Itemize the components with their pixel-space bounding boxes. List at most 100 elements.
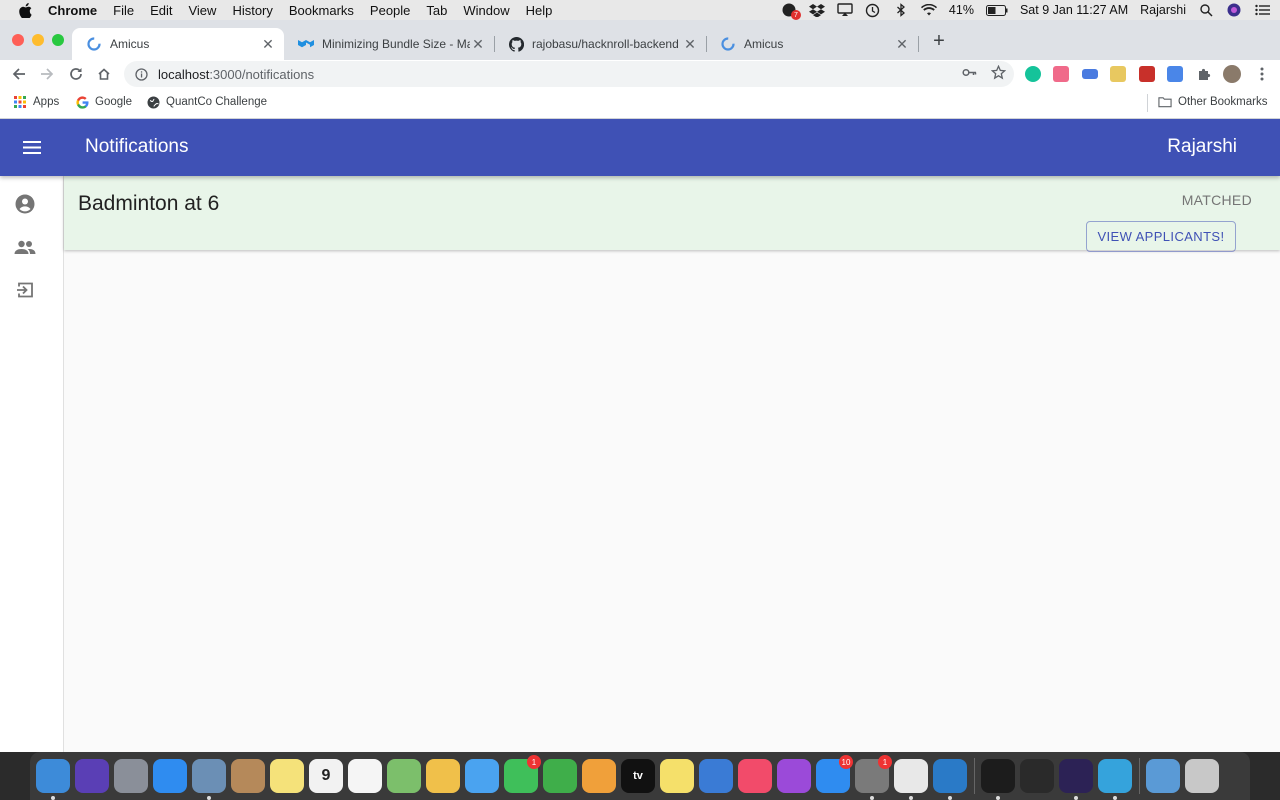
tab-title: Minimizing Bundle Size - Mater — [322, 37, 470, 51]
battery-icon[interactable] — [985, 3, 1008, 17]
bookmark-star-icon[interactable] — [990, 64, 1007, 83]
bookmark-apps[interactable]: Apps — [13, 95, 59, 109]
other-bookmarks-folder[interactable]: Other Bookmarks — [1158, 95, 1267, 109]
airplay-icon[interactable] — [837, 3, 853, 17]
side-drawer — [0, 176, 64, 752]
menu-datetime[interactable]: Sat 9 Jan 11:27 AM — [1020, 3, 1128, 17]
dock-keynote-icon[interactable] — [699, 759, 733, 793]
dock-facetime-icon[interactable]: 1 — [504, 755, 541, 793]
home-icon[interactable] — [94, 64, 114, 84]
menu-help[interactable]: Help — [526, 3, 553, 18]
dock-podcasts-icon[interactable] — [777, 759, 811, 793]
tab-github[interactable]: rajobasu/hacknroll-backend ✕ — [494, 28, 706, 60]
dock-trash-icon[interactable] — [1185, 759, 1219, 793]
dock-calendar-icon[interactable]: 9 — [309, 759, 343, 793]
dock-system-preferences-icon[interactable]: 1 — [855, 755, 892, 800]
dock-safari-icon[interactable] — [153, 759, 187, 793]
hamburger-menu-icon[interactable] — [20, 137, 44, 157]
url-host: localhost — [158, 66, 210, 82]
people-icon[interactable] — [12, 234, 38, 260]
translate-extension-icon[interactable] — [1167, 66, 1183, 82]
dock-activity-monitor-icon[interactable] — [1020, 759, 1054, 793]
dock-messages-icon[interactable] — [465, 759, 499, 793]
menu-view[interactable]: View — [188, 3, 216, 18]
browser-menu-icon[interactable] — [1252, 64, 1272, 84]
menu-app-name[interactable]: Chrome — [48, 3, 97, 18]
dock-pages-icon[interactable] — [582, 759, 616, 793]
dock-maps-icon[interactable] — [387, 759, 421, 793]
status-app-icon[interactable]: 7 — [781, 3, 801, 20]
wifi-icon[interactable] — [920, 3, 937, 17]
dock-music-icon[interactable] — [738, 759, 772, 793]
site-info-icon[interactable] — [134, 67, 148, 81]
menu-user[interactable]: Rajarshi — [1140, 3, 1186, 17]
dock-photos-icon[interactable] — [426, 759, 460, 793]
bookmark-label: Google — [95, 96, 133, 108]
dock-downloads-folder-icon[interactable] — [1146, 759, 1180, 793]
dock-vscode-icon[interactable] — [933, 759, 967, 800]
dock-eclipse-icon[interactable] — [1059, 759, 1093, 800]
page-title: Notifications — [85, 136, 189, 157]
tab-material-ui[interactable]: Minimizing Bundle Size - Mater ✕ — [284, 28, 494, 60]
menu-history[interactable]: History — [232, 3, 272, 18]
new-tab-plus-icon[interactable]: + — [928, 30, 950, 52]
tab-close-icon[interactable]: ✕ — [682, 36, 698, 52]
siri-icon[interactable] — [1226, 3, 1242, 17]
tab-amicus-active[interactable]: Amicus ✕ — [72, 28, 284, 60]
view-applicants-button[interactable]: VIEW APPLICANTS! — [1086, 221, 1236, 252]
forward-arrow-icon[interactable] — [37, 64, 57, 84]
apple-menu-icon[interactable] — [16, 2, 34, 18]
menu-tab[interactable]: Tab — [426, 3, 447, 18]
spotlight-search-icon[interactable] — [1198, 3, 1214, 17]
minimize-window-button[interactable] — [32, 34, 44, 46]
tab-amicus[interactable]: Amicus ✕ — [706, 28, 918, 60]
close-window-button[interactable] — [12, 34, 24, 46]
dock-chrome-icon[interactable] — [894, 759, 928, 800]
battery-percentage[interactable]: 41% — [949, 3, 974, 17]
dock-terminal-icon[interactable] — [981, 759, 1015, 800]
dock-reminders-icon[interactable] — [348, 759, 382, 793]
macos-menu-bar: Chrome File Edit View History Bookmarks … — [0, 0, 1280, 20]
dock-contacts-icon[interactable] — [231, 759, 265, 793]
dropbox-icon[interactable] — [808, 3, 825, 17]
chart-extension-icon[interactable] — [1110, 66, 1126, 82]
dock-notes-icon[interactable] — [270, 759, 304, 793]
dock-launchpad-icon[interactable] — [114, 759, 148, 793]
bluetooth-icon[interactable] — [893, 3, 909, 17]
reload-icon[interactable] — [66, 64, 86, 84]
tab-close-icon[interactable]: ✕ — [260, 36, 276, 52]
maximize-window-button[interactable] — [52, 34, 64, 46]
grammarly-extension-icon[interactable] — [1025, 66, 1041, 82]
tab-close-icon[interactable]: ✕ — [894, 36, 910, 52]
dock-numbers-icon[interactable] — [543, 759, 577, 793]
menu-file[interactable]: File — [113, 3, 134, 18]
account-circle-icon[interactable] — [12, 191, 38, 217]
dock-telegram-icon[interactable] — [1098, 759, 1132, 800]
time-machine-icon[interactable] — [865, 3, 881, 17]
menu-people[interactable]: People — [370, 3, 410, 18]
dock-app-store-icon[interactable]: 10 — [816, 755, 853, 793]
key-icon[interactable] — [962, 65, 977, 83]
exit-icon[interactable] — [12, 277, 38, 303]
extension-icon[interactable] — [1139, 66, 1155, 82]
keyboard-extension-icon[interactable] — [1082, 69, 1098, 79]
user-name[interactable]: Rajarshi — [1167, 136, 1237, 158]
back-arrow-icon[interactable] — [9, 64, 29, 84]
menu-edit[interactable]: Edit — [150, 3, 172, 18]
dock-preview-icon[interactable] — [192, 759, 226, 800]
dock-finder-icon[interactable] — [36, 759, 70, 800]
address-bar[interactable]: localhost:3000/notifications — [124, 61, 1014, 87]
dock-siri-icon[interactable] — [75, 759, 109, 793]
bookmark-google[interactable]: Google — [75, 95, 132, 109]
menu-window[interactable]: Window — [463, 3, 509, 18]
notification-center-icon[interactable] — [1254, 3, 1270, 17]
profile-avatar[interactable] — [1223, 65, 1241, 83]
cat-extension-icon[interactable] — [1053, 66, 1069, 82]
dock-apple-tv-icon[interactable]: tv — [621, 759, 655, 793]
bookmark-label: Other Bookmarks — [1178, 96, 1268, 108]
dock-stickies-icon[interactable] — [660, 759, 694, 793]
menu-bookmarks[interactable]: Bookmarks — [289, 3, 354, 18]
tab-close-icon[interactable]: ✕ — [470, 36, 486, 52]
extensions-puzzle-icon[interactable] — [1194, 64, 1214, 84]
bookmark-quantco-challenge[interactable]: QuantCo Challenge — [146, 95, 267, 109]
